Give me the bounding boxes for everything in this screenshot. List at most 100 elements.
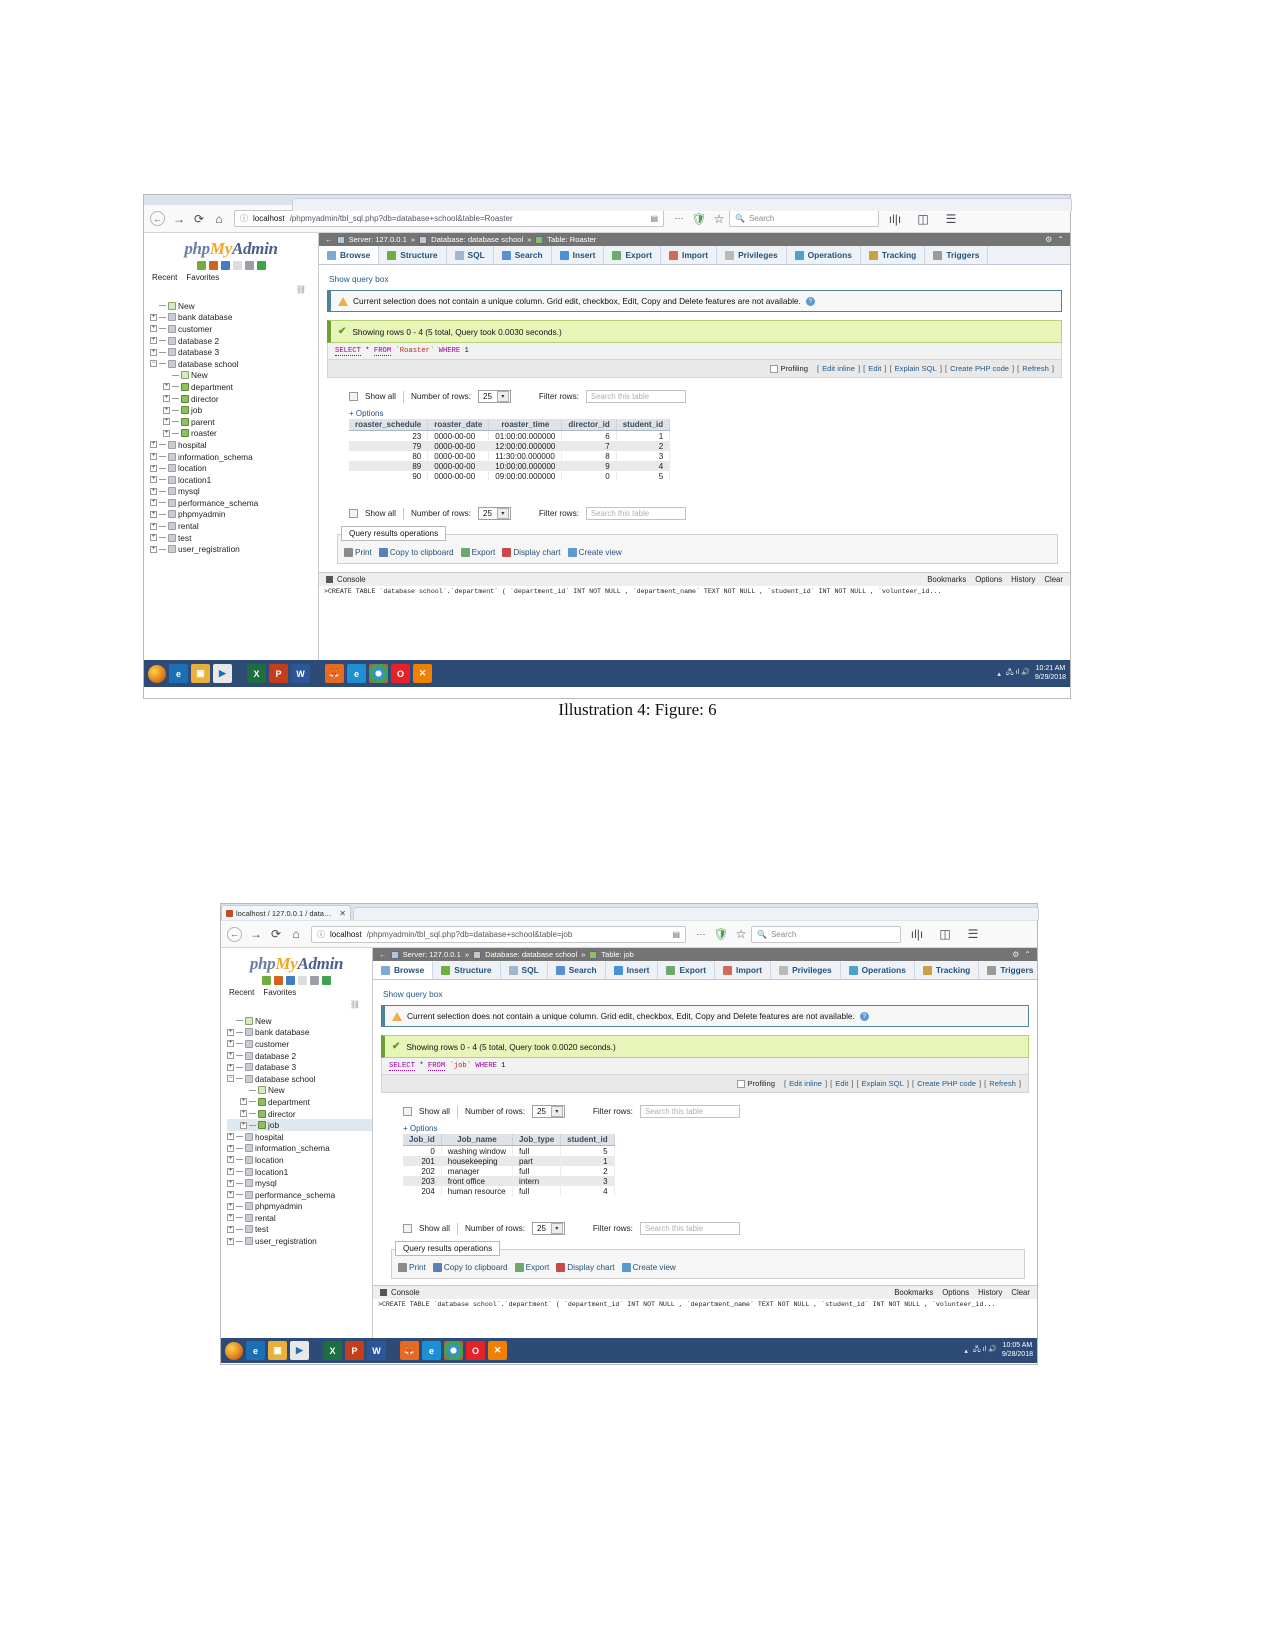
tab-privileges[interactable]: Privileges [717,246,787,264]
tab-insert[interactable]: Insert [552,246,605,264]
expand-toggle-icon[interactable]: + [227,1202,234,1210]
tree-item-mysql[interactable]: + mysql [150,486,318,498]
qro-create-view[interactable]: Create view [621,1263,676,1272]
tree-item-database-3[interactable]: + database 3 [227,1061,372,1073]
breadcrumb-database-2[interactable]: Database: database school [485,950,577,959]
expand-toggle-icon[interactable]: + [150,313,157,321]
tab-operations[interactable]: Operations [841,961,915,979]
column-header-Job_name[interactable]: Job_name [441,1134,514,1146]
filter-rows-input-top-1[interactable]: Search this table [585,390,686,403]
show-all-checkbox-bottom-2[interactable] [403,1224,412,1233]
chrome-icon-2[interactable] [444,1341,463,1360]
tab-tracking[interactable]: Tracking [861,246,926,264]
expand-toggle-icon[interactable]: + [150,441,157,449]
back-arrow-icon-2[interactable]: ← [227,926,242,942]
breadcrumb-server[interactable]: Server: 127.0.0.1 [349,235,407,244]
breadcrumb-table-2[interactable]: Table: job [601,950,634,959]
expand-toggle-icon[interactable]: + [150,487,157,495]
tree-item-director[interactable]: + director [227,1108,372,1120]
star-bookmark-icon[interactable]: ☆ [709,209,729,229]
tab-sql[interactable]: SQL [501,961,548,979]
console-options-2[interactable]: Options [942,1288,969,1297]
console-history-2[interactable]: History [978,1288,1002,1297]
table-row[interactable]: 89 0000-00-00 10:00:00.000000 9 4 [349,461,671,471]
options-toggle-2[interactable]: + Options [381,1122,1029,1134]
favorites-tab[interactable]: Favorites [186,273,219,283]
address-bar-2[interactable]: ⓘ localhost/phpmyadmin/tbl_sql.php?db=da… [311,925,686,943]
refresh-link[interactable]: Refresh [1022,364,1049,373]
filter-rows-input-bottom-1[interactable]: Search this table [585,507,686,520]
page-actions-icon-2[interactable]: ⋯ [691,924,711,944]
expand-toggle-icon[interactable]: + [163,406,170,414]
tree-item-job[interactable]: + job [227,1119,372,1131]
expand-toggle-icon[interactable]: + [227,1052,234,1060]
tab-search[interactable]: Search [494,246,552,264]
expand-toggle-icon[interactable]: + [227,1168,234,1176]
qro-print[interactable]: Print [344,548,372,557]
sync-icon[interactable]: ⛓ [144,285,318,294]
tree-item-customer[interactable]: + customer [150,323,318,335]
reader-view-icon-2[interactable]: ▤ [672,930,680,939]
refresh-icon[interactable] [256,261,266,270]
docs-icon-2[interactable] [286,976,295,985]
wiki-icon[interactable] [232,261,242,270]
tray-expand-icon-2[interactable]: ▴ [964,1347,968,1355]
table-row[interactable]: 204 human resource full 4 [403,1186,615,1196]
tab-browse[interactable]: Browse [319,246,380,264]
column-header-roaster_time[interactable]: roaster_time [488,419,563,431]
minimize-icon-2[interactable]: ⌃ [1024,950,1031,959]
media-player-icon[interactable]: ▶ [213,664,232,683]
start-orb-icon[interactable] [148,664,166,683]
collapse-toggle-icon[interactable]: − [150,360,157,368]
edit-inline-link[interactable]: Edit inline [822,364,855,373]
xampp-icon-2[interactable]: ✕ [488,1341,507,1360]
tree-item-phpmyadmin[interactable]: + phpmyadmin [150,509,318,521]
tab-search[interactable]: Search [548,961,606,979]
expand-toggle-icon[interactable]: + [150,476,157,484]
explain-sql-link[interactable]: Explain SQL [895,364,937,373]
column-header-roaster_date[interactable]: roaster_date [427,419,490,431]
expand-toggle-icon[interactable]: + [227,1191,234,1199]
column-header-Job_id[interactable]: Job_id [403,1134,442,1146]
show-query-box-link-1[interactable]: Show query box [327,271,1062,290]
browser-search-box-1[interactable]: 🔍 Search [729,210,879,227]
expand-toggle-icon[interactable]: + [227,1144,234,1152]
executed-sql-2[interactable]: SELECT * FROM `job` WHERE 1 [381,1058,1029,1075]
expand-toggle-icon[interactable]: + [240,1110,247,1118]
reload-icon[interactable]: ⟳ [189,209,209,229]
create-php-code-link[interactable]: Create PHP code [950,364,1009,373]
qro-export[interactable]: Export [460,548,495,557]
qro-copy-to-clipboard[interactable]: Copy to clipboard [378,548,454,557]
powerpoint-icon[interactable]: P [269,664,288,683]
show-all-checkbox-top-1[interactable] [349,392,358,401]
firefox-icon-2[interactable]: 🦊 [400,1341,419,1360]
expand-toggle-icon[interactable]: + [150,453,157,461]
tree-item-bank-database[interactable]: + bank database [150,312,318,324]
tab-import[interactable]: Import [661,246,718,264]
tab-operations[interactable]: Operations [787,246,861,264]
show-all-checkbox-top-2[interactable] [403,1107,412,1116]
tab-triggers[interactable]: Triggers [979,961,1037,979]
tree-item-new[interactable]: New [150,370,318,382]
tab-structure[interactable]: Structure [433,961,501,979]
column-header-Job_type[interactable]: Job_type [512,1134,562,1146]
tree-item-director[interactable]: + director [150,393,318,405]
edit-inline-link-2[interactable]: Edit inline [789,1079,822,1088]
sidebar-icon-2[interactable]: ◫ [935,924,955,944]
excel-icon[interactable]: X [247,664,266,683]
tab-privileges[interactable]: Privileges [771,961,841,979]
tab-export[interactable]: Export [658,961,715,979]
qro-display-chart[interactable]: Display chart [502,548,561,557]
hamburger-menu-icon-2[interactable]: ☰ [963,924,983,944]
tree-item-job[interactable]: + job [150,404,318,416]
refresh-link-2[interactable]: Refresh [989,1079,1016,1088]
filter-rows-input-top-2[interactable]: Search this table [639,1105,740,1118]
tree-item-rental[interactable]: + rental [227,1212,372,1224]
rows-per-page-select-bottom-1[interactable]: 25 ▾ [478,507,511,520]
home-icon[interactable] [196,261,206,270]
favorites-tab-2[interactable]: Favorites [263,988,296,998]
console-bar-1[interactable]: Console Bookmarks Options History Clear [319,572,1070,586]
table-row[interactable]: 0 washing window full 5 [403,1145,615,1156]
refresh-icon-2[interactable] [322,976,331,985]
tree-item-database-3[interactable]: + database 3 [150,346,318,358]
